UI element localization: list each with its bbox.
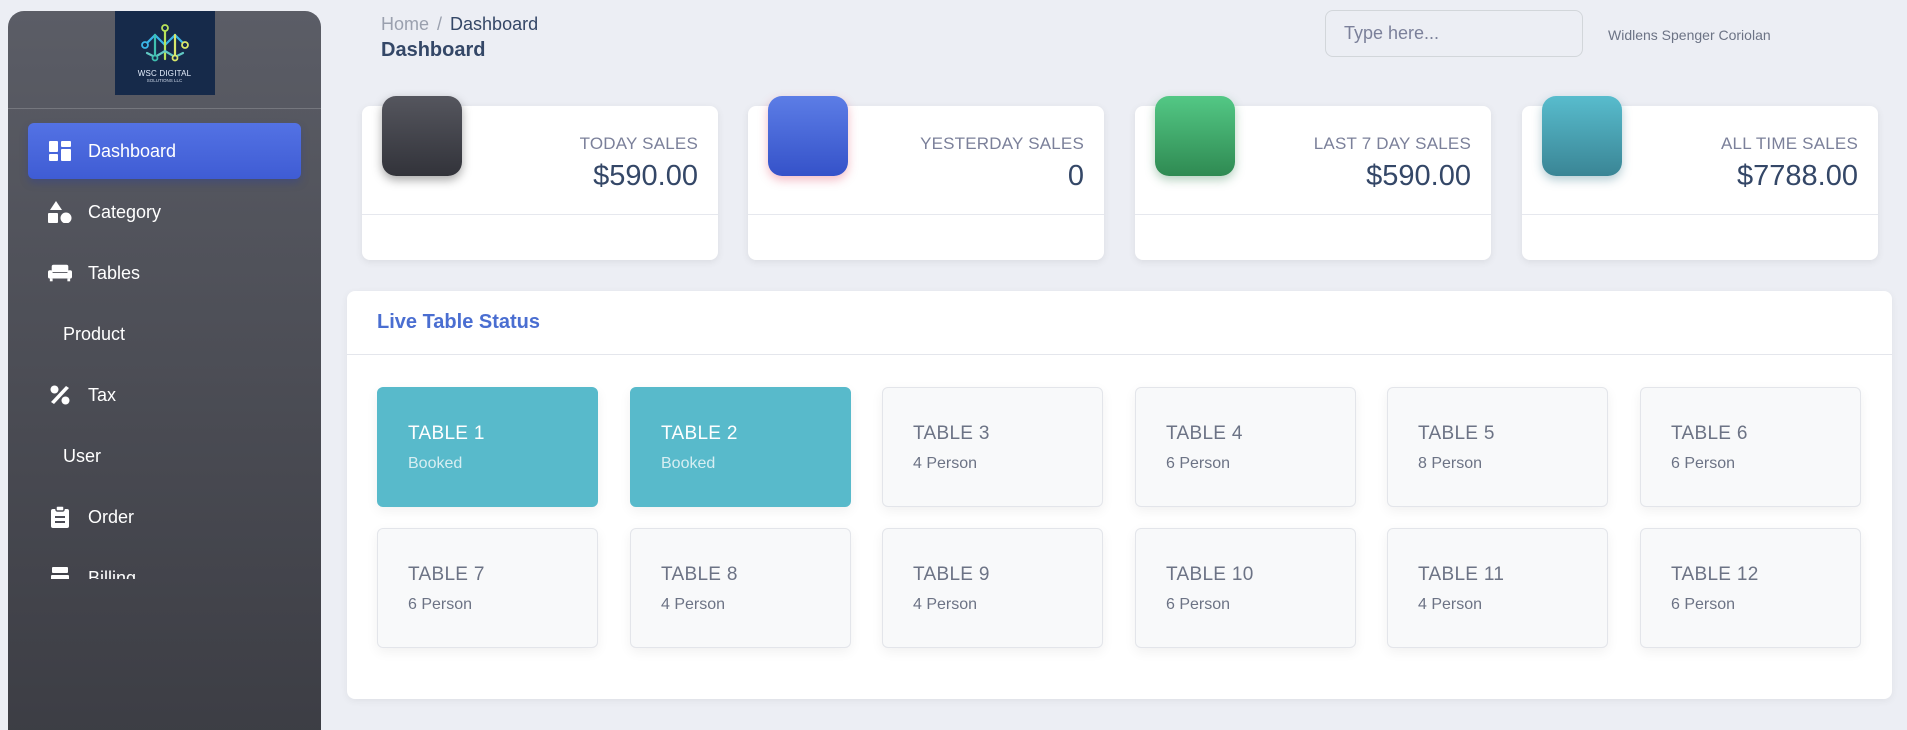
stat-icon-box [382, 96, 462, 176]
sidebar-item-tables[interactable]: Tables [28, 245, 301, 301]
table-capacity: 6 Person [1671, 455, 1736, 472]
table-name: TABLE 10 [1166, 564, 1254, 585]
table-status: Booked [661, 455, 716, 472]
user-name[interactable]: Widlens Spenger Coriolan [1608, 27, 1771, 43]
table-capacity: 6 Person [1166, 455, 1231, 472]
couch-icon [48, 261, 72, 285]
stat-divider [1135, 214, 1491, 215]
sidebar-item-label: Order [88, 506, 135, 527]
table-card-11[interactable]: TABLE 11 4 Person [1387, 528, 1608, 648]
stat-icon-box [768, 96, 848, 176]
stat-divider [748, 214, 1104, 215]
sidebar-item-label: Dashboard [88, 140, 177, 161]
stat-divider [1522, 214, 1878, 215]
table-capacity: 6 Person [1166, 596, 1231, 613]
table-name: TABLE 4 [1166, 423, 1243, 444]
table-card-9[interactable]: TABLE 9 4 Person [882, 528, 1103, 648]
stat-card-today-sales: TODAY SALES $590.00 [362, 96, 718, 260]
dashboard-icon [48, 139, 72, 163]
stat-card-last-7-day-sales: LAST 7 DAY SALES $590.00 [1135, 96, 1491, 260]
sidebar-item-label: Tax [88, 384, 117, 405]
table-capacity: 6 Person [408, 596, 473, 613]
sidebar-item-label: Tables [88, 262, 141, 283]
sidebar-item-product[interactable]: Product [28, 306, 301, 362]
stat-value: 0 [1067, 160, 1084, 192]
table-capacity: 4 Person [913, 455, 978, 472]
stat-icon-box [1542, 96, 1622, 176]
search-input[interactable] [1325, 10, 1583, 57]
stat-card-yesterday-sales: YESTERDAY SALES 0 [748, 96, 1104, 260]
table-name: TABLE 9 [913, 564, 990, 585]
stat-value: $590.00 [1366, 160, 1471, 192]
logo-subtext: SOLUTIONS LLC [146, 77, 183, 83]
breadcrumb-home-link[interactable]: Home [381, 14, 429, 34]
stat-label: LAST 7 DAY SALES [1313, 134, 1471, 153]
sidebar-item-label: Category [88, 201, 162, 222]
table-card-2[interactable]: TABLE 2 Booked [630, 387, 851, 507]
table-name: TABLE 3 [913, 423, 990, 444]
table-card-1[interactable]: TABLE 1 Booked [377, 387, 598, 507]
cash-register-icon [48, 566, 72, 579]
stat-label: YESTERDAY SALES [920, 134, 1084, 153]
stat-divider [362, 214, 718, 215]
table-capacity: 6 Person [1671, 596, 1736, 613]
table-name: TABLE 8 [661, 564, 738, 585]
panel-title: Live Table Status [347, 291, 1892, 355]
table-name: TABLE 1 [408, 423, 485, 444]
table-card-4[interactable]: TABLE 4 6 Person [1135, 387, 1356, 507]
circuit-logo-icon [140, 23, 189, 61]
sidebar: WSC DIGITAL SOLUTIONS LLC Dashboard Cate… [8, 11, 321, 730]
table-capacity: 8 Person [1418, 455, 1483, 472]
table-capacity: 4 Person [661, 596, 726, 613]
logo-text: WSC DIGITAL [137, 68, 192, 78]
sidebar-item-category[interactable]: Category [28, 184, 301, 240]
logo-area: WSC DIGITAL SOLUTIONS LLC [8, 11, 321, 109]
sidebar-item-label: Billing [88, 567, 137, 580]
table-card-12[interactable]: TABLE 12 6 Person [1640, 528, 1861, 648]
sidebar-nav: Dashboard Category Tables Product Tax Us… [8, 109, 321, 579]
breadcrumb-separator: / [437, 14, 443, 34]
table-name: TABLE 7 [408, 564, 485, 585]
sidebar-item-dashboard[interactable]: Dashboard [28, 123, 301, 179]
sidebar-item-tax[interactable]: Tax [28, 367, 301, 423]
stat-icon-box [1155, 96, 1235, 176]
sidebar-item-user[interactable]: User [28, 428, 301, 484]
stat-card-all-time-sales: ALL TIME SALES $7788.00 [1522, 96, 1878, 260]
sidebar-item-billing[interactable]: Billing [28, 550, 301, 579]
live-table-status-panel: Live Table Status TABLE 1 Booked TABLE 2… [347, 291, 1892, 699]
stat-value: $590.00 [593, 160, 698, 192]
table-card-5[interactable]: TABLE 5 8 Person [1387, 387, 1608, 507]
table-name: TABLE 12 [1671, 564, 1759, 585]
stat-value: $7788.00 [1737, 160, 1858, 192]
table-card-3[interactable]: TABLE 3 4 Person [882, 387, 1103, 507]
stat-label: TODAY SALES [579, 134, 698, 153]
stat-label: ALL TIME SALES [1721, 134, 1858, 153]
table-card-6[interactable]: TABLE 6 6 Person [1640, 387, 1861, 507]
percent-icon [48, 383, 72, 407]
table-capacity: 4 Person [913, 596, 978, 613]
table-name: TABLE 11 [1418, 564, 1505, 585]
table-name: TABLE 5 [1418, 423, 1495, 444]
brand-logo[interactable]: WSC DIGITAL SOLUTIONS LLC [114, 11, 215, 95]
table-name: TABLE 6 [1671, 423, 1748, 444]
table-capacity: 4 Person [1418, 596, 1483, 613]
table-status: Booked [408, 455, 463, 472]
breadcrumb-current: Dashboard [450, 14, 539, 34]
table-card-8[interactable]: TABLE 8 4 Person [630, 528, 851, 648]
table-card-10[interactable]: TABLE 10 6 Person [1135, 528, 1356, 648]
page-title: Dashboard [381, 39, 486, 61]
clipboard-icon [48, 505, 72, 529]
table-card-7[interactable]: TABLE 7 6 Person [377, 528, 598, 648]
breadcrumb: Home / Dashboard [381, 14, 538, 35]
table-name: TABLE 2 [661, 423, 738, 444]
sidebar-item-order[interactable]: Order [28, 489, 301, 545]
nav-container: Dashboard Category Tables Product Tax Us… [8, 109, 321, 664]
sidebar-item-label: User [63, 445, 102, 466]
shapes-icon [48, 200, 72, 224]
sidebar-item-label: Product [63, 323, 126, 344]
